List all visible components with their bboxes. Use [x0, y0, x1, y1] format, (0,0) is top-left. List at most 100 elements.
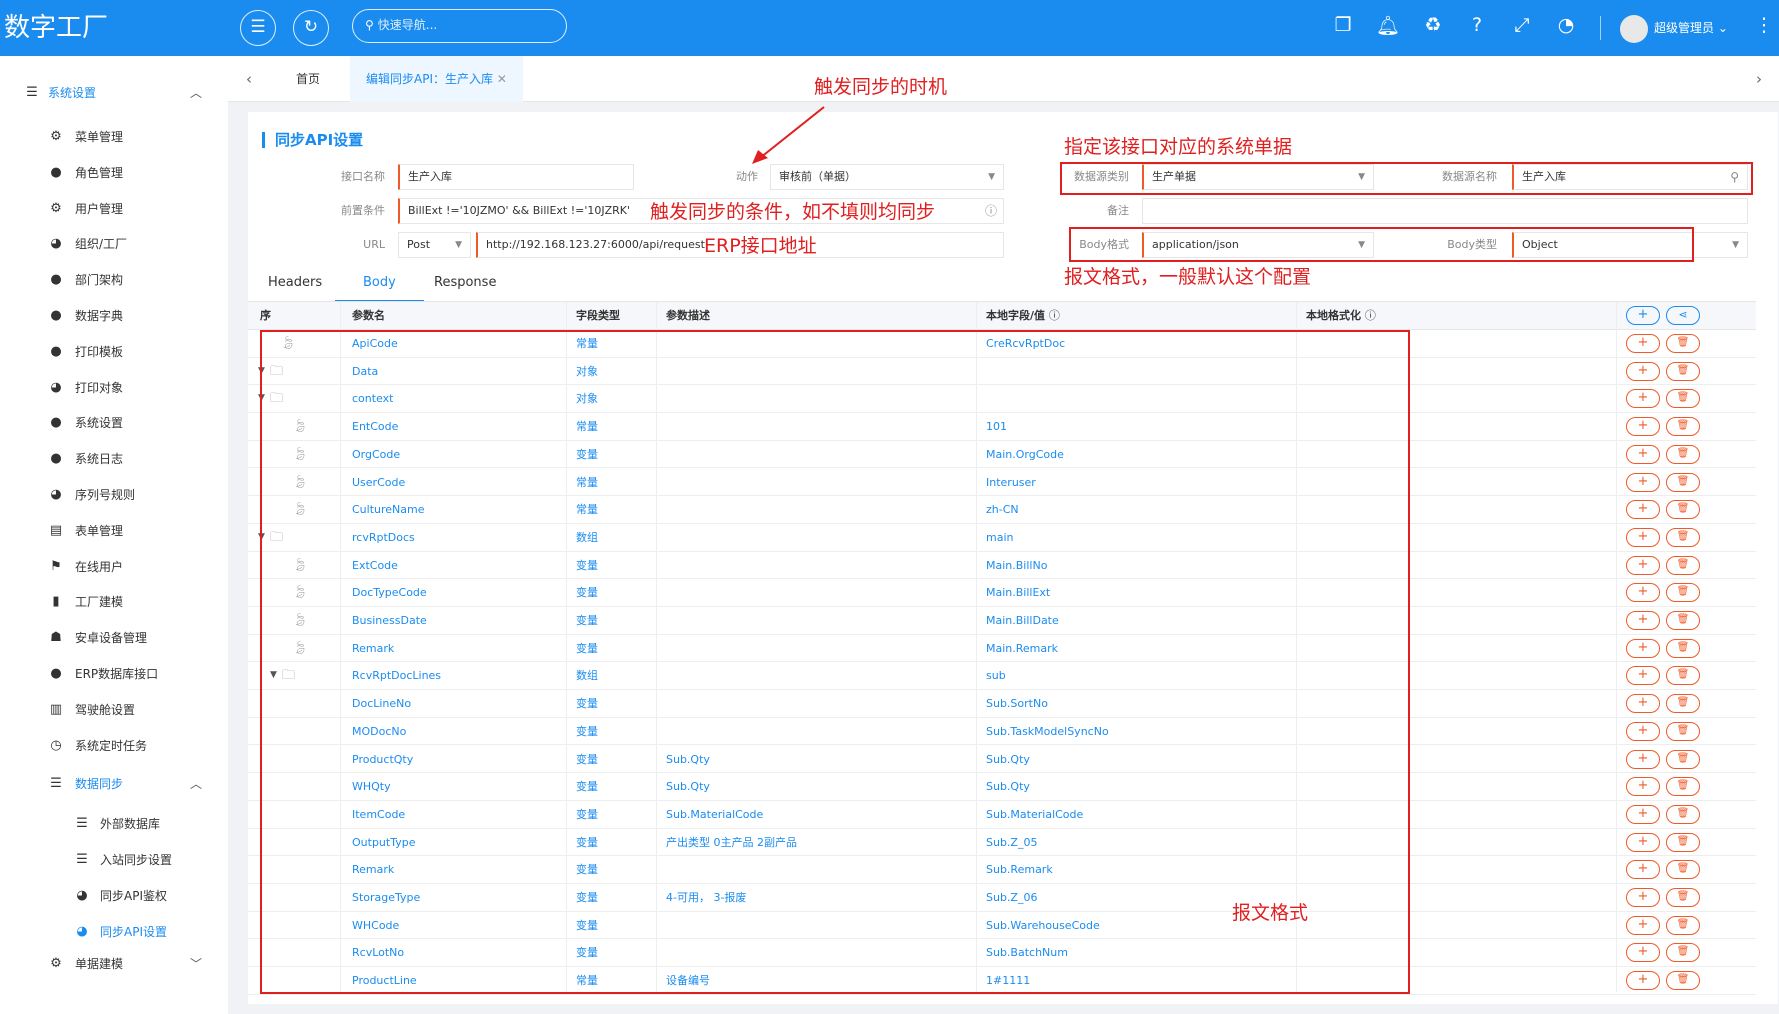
param-name[interactable]: WHCode [352, 912, 399, 939]
table-row[interactable]: 🍃︎ CultureName 常量 zh-CN + 🗑︎ [248, 496, 1756, 524]
param-name[interactable]: RcvRptDocLines [352, 662, 441, 689]
add-child-button[interactable]: + [1626, 888, 1660, 907]
field-type[interactable]: 变量 [576, 829, 598, 856]
add-child-button[interactable]: + [1626, 749, 1660, 769]
add-child-button[interactable]: + [1626, 417, 1660, 437]
sidebar-group-doc[interactable]: ⚙ 单据建模 ﹀ [0, 949, 228, 979]
sidebar-item-serial[interactable]: ◕ 序列号规则 [0, 480, 228, 510]
delete-button[interactable]: 🗑︎ [1666, 888, 1700, 907]
table-row[interactable]: 🍃︎ OrgCode 变量 Main.OrgCode + 🗑︎ [248, 441, 1756, 469]
param-name[interactable]: ProductLine [352, 967, 417, 994]
delete-button[interactable]: 🗑︎ [1666, 832, 1700, 852]
local-value[interactable]: 101 [986, 413, 1007, 440]
fullscreen-icon[interactable]: ⤢ [1510, 14, 1534, 36]
sidebar-item-print-template[interactable]: ● 打印模板 [0, 337, 228, 367]
delete-button[interactable]: 🗑︎ [1666, 694, 1700, 714]
sidebar-item-sync-3[interactable]: ◕ 同步API设置 [0, 917, 228, 947]
param-name[interactable]: Data [352, 358, 378, 385]
sidebar-item-android[interactable]: ☗ 安卓设备管理 [0, 623, 228, 653]
tab-response[interactable]: Response [434, 272, 496, 302]
sidebar-item-sync-0[interactable]: ☰ 外部数据库 [0, 809, 228, 839]
refresh-button[interactable]: ↻ [293, 10, 329, 46]
param-name[interactable]: context [352, 385, 393, 412]
local-value[interactable]: 1#1111 [986, 967, 1030, 994]
field-type[interactable]: 常量 [576, 469, 598, 496]
field-type[interactable]: 对象 [576, 358, 598, 385]
sidebar-item-erp[interactable]: ● ERP数据库接口 [0, 659, 228, 689]
field-type[interactable]: 变量 [576, 635, 598, 662]
table-row[interactable]: ProductLine 常量 设备编号 1#1111 + 🗑︎ [248, 967, 1756, 995]
field-type[interactable]: 变量 [576, 579, 598, 606]
sidebar-item-menu[interactable]: ⚙ 菜单管理 [0, 122, 228, 152]
field-type[interactable]: 变量 [576, 746, 598, 773]
local-value[interactable]: Main.BillDate [986, 607, 1059, 634]
field-type[interactable]: 变量 [576, 607, 598, 634]
bell-icon[interactable]: 🔔︎ [1376, 14, 1400, 37]
field-type[interactable]: 变量 [576, 801, 598, 828]
param-desc[interactable]: 设备编号 [666, 967, 710, 994]
field-type[interactable]: 对象 [576, 385, 598, 412]
param-desc[interactable]: 产出类型 0主产品 2副产品 [666, 829, 797, 856]
table-row[interactable]: Remark 变量 Sub.Remark + 🗑︎ [248, 856, 1756, 884]
delete-button[interactable]: 🗑︎ [1666, 361, 1700, 381]
add-child-button[interactable]: + [1626, 472, 1660, 492]
body-type-select[interactable]: Object ▼ [1512, 232, 1748, 258]
method-select[interactable]: Post ▼ [398, 232, 471, 258]
delete-button[interactable]: 🗑︎ [1666, 777, 1700, 797]
sidebar-group-system[interactable]: ☰ 系统设置 ︿ [0, 78, 228, 108]
add-child-button[interactable]: + [1626, 444, 1660, 464]
delete-button[interactable]: 🗑︎ [1666, 472, 1700, 492]
table-row[interactable]: 🍃︎ Remark 变量 Main.Remark + 🗑︎ [248, 635, 1756, 663]
local-value[interactable]: Sub.Z_06 [986, 884, 1037, 911]
local-value[interactable]: sub [986, 662, 1006, 689]
sidebar-item-sync-2[interactable]: ◕ 同步API鉴权 [0, 881, 228, 911]
add-child-button[interactable]: + [1626, 832, 1660, 852]
param-desc[interactable]: Sub.Qty [666, 773, 710, 800]
sidebar-item-cockpit[interactable]: ▥ 驾驶舱设置 [0, 695, 228, 725]
param-name[interactable]: rcvRptDocs [352, 524, 415, 551]
local-value[interactable]: Sub.MaterialCode [986, 801, 1083, 828]
share-button[interactable]: ⋖ [1666, 306, 1700, 325]
tab-scroll-right-icon[interactable]: › [1756, 56, 1762, 102]
table-row[interactable]: 🍃︎ DocTypeCode 变量 Main.BillExt + 🗑︎ [248, 579, 1756, 607]
param-name[interactable]: CultureName [352, 496, 425, 523]
sidebar-item-org[interactable]: ◕ 组织/工厂 [0, 229, 228, 259]
sidebar-item-factory[interactable]: ▮ 工厂建模 [0, 587, 228, 617]
param-desc[interactable]: 4-可用， 3-报废 [666, 884, 746, 911]
param-desc[interactable]: Sub.Qty [666, 746, 710, 773]
add-child-button[interactable]: + [1626, 777, 1660, 797]
param-name[interactable]: EntCode [352, 413, 398, 440]
field-type[interactable]: 常量 [576, 330, 598, 357]
add-root-button[interactable]: + [1626, 306, 1660, 325]
close-icon[interactable]: ✕ [497, 72, 507, 86]
param-name[interactable]: ExtCode [352, 552, 398, 579]
param-name[interactable]: Remark [352, 856, 394, 883]
add-child-button[interactable]: + [1626, 361, 1660, 381]
param-name[interactable]: OutputType [352, 829, 415, 856]
local-value[interactable]: Main.OrgCode [986, 441, 1064, 468]
delete-button[interactable]: 🗑︎ [1666, 389, 1700, 409]
delete-button[interactable]: 🗑︎ [1666, 417, 1700, 437]
add-child-button[interactable]: + [1626, 583, 1660, 603]
body-format-select[interactable]: application/json ▼ [1142, 232, 1374, 258]
table-row[interactable]: DocLineNo 变量 Sub.SortNo + 🗑︎ [248, 690, 1756, 718]
field-type[interactable]: 常量 [576, 496, 598, 523]
sidebar-item-sync-1[interactable]: ☰ 入站同步设置 [0, 845, 228, 875]
param-name[interactable]: MODocNo [352, 718, 406, 745]
local-value[interactable]: zh-CN [986, 496, 1019, 523]
param-name[interactable]: OrgCode [352, 441, 400, 468]
field-type[interactable]: 变量 [576, 912, 598, 939]
local-value[interactable]: Sub.Qty [986, 773, 1030, 800]
field-type[interactable]: 变量 [576, 441, 598, 468]
recycle-icon[interactable]: ♻ [1421, 14, 1445, 36]
local-value[interactable]: Sub.BatchNum [986, 939, 1068, 966]
field-type[interactable]: 变量 [576, 690, 598, 717]
action-select[interactable]: 审核前（单据） ▼ [770, 164, 1004, 190]
param-desc[interactable]: Sub.MaterialCode [666, 801, 763, 828]
local-value[interactable]: Interuser [986, 469, 1036, 496]
param-name[interactable]: DocTypeCode [352, 579, 427, 606]
table-row[interactable]: WHCode 变量 Sub.WarehouseCode + 🗑︎ [248, 912, 1756, 940]
add-child-button[interactable]: + [1626, 500, 1660, 520]
tab-current[interactable]: 编辑同步API：生产入库 ✕ [350, 56, 523, 102]
add-child-button[interactable]: + [1626, 694, 1660, 714]
